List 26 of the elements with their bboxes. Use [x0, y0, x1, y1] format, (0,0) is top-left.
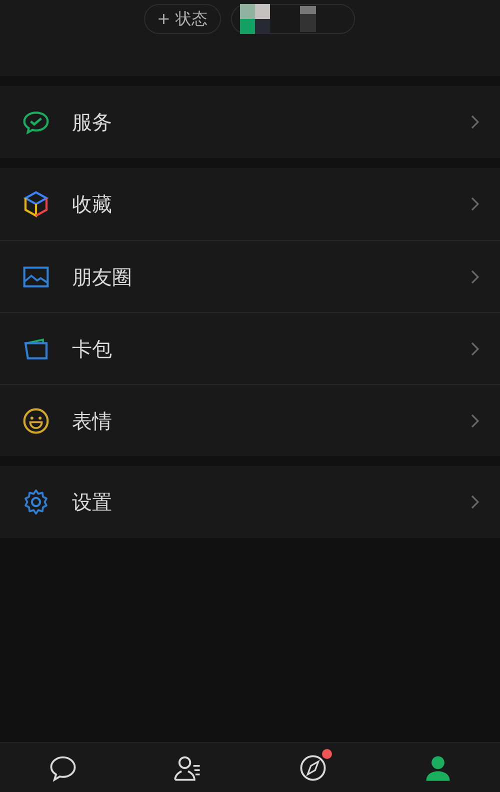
chevron-icon	[470, 494, 480, 510]
menu-label: 表情	[72, 408, 113, 434]
chevron-icon	[470, 114, 480, 130]
compass-icon	[298, 752, 328, 782]
menu-item[interactable]: 设置	[0, 466, 500, 538]
menu-label: 朋友圈	[72, 264, 133, 290]
menu-item[interactable]: 朋友圈	[0, 240, 500, 312]
mosaic-icon	[300, 6, 316, 32]
menu-item[interactable]: 服务	[0, 86, 500, 158]
friends-pill[interactable]	[230, 4, 354, 34]
status-button[interactable]: + 状态	[144, 4, 220, 34]
menu-label: 服务	[72, 109, 113, 136]
menu-label: 设置	[72, 489, 113, 516]
chevron-icon	[470, 268, 480, 284]
chevron-icon	[470, 340, 480, 356]
chevron-icon	[470, 412, 480, 428]
menu-label: 卡包	[72, 336, 113, 362]
cube-icon	[22, 190, 50, 218]
settings-icon	[22, 488, 50, 516]
menu-item[interactable]: 收藏	[0, 168, 500, 240]
menu-item[interactable]: 表情	[0, 384, 500, 456]
mosaic-icon	[240, 4, 270, 34]
menu-label: 收藏	[72, 191, 113, 218]
chevron-icon	[470, 196, 480, 212]
smiley-icon	[22, 406, 50, 434]
menu-item[interactable]: 卡包	[0, 312, 500, 384]
